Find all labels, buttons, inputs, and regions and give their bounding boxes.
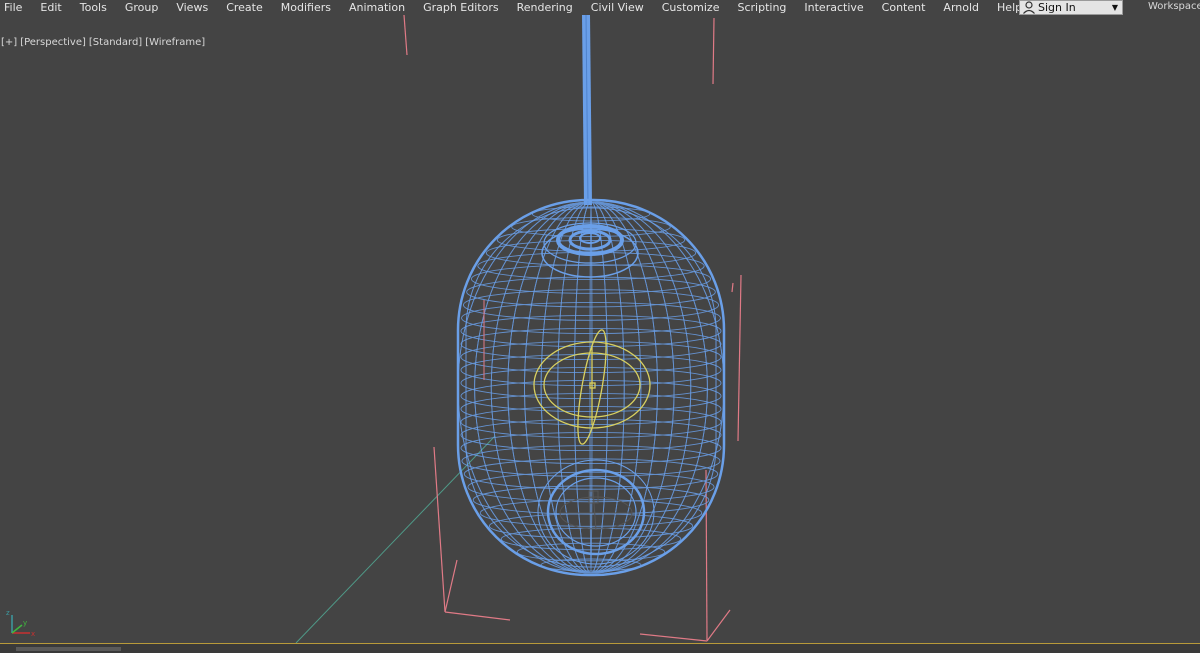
menu-content[interactable]: Content <box>873 1 935 15</box>
menu-interactive[interactable]: Interactive <box>795 1 872 15</box>
menu-edit[interactable]: Edit <box>31 1 70 15</box>
axis-tripod-icon: z x y <box>6 609 35 638</box>
sign-in-dropdown[interactable]: Sign In ▼ <box>1019 0 1123 15</box>
mesh-parallel <box>460 379 722 413</box>
menu-scripting[interactable]: Scripting <box>728 1 795 15</box>
viewport-view-label[interactable]: [Perspective] <box>20 37 86 48</box>
menu-views[interactable]: Views <box>167 1 217 15</box>
menu-civil-view[interactable]: Civil View <box>582 1 653 15</box>
menu-customize[interactable]: Customize <box>653 1 729 15</box>
mesh-parallel <box>460 340 722 374</box>
caret-down-icon: ▼ <box>1111 3 1118 12</box>
mesh-parallel <box>460 353 722 387</box>
menu-create[interactable]: Create <box>217 1 272 15</box>
viewport-labels: [+] [Perspective] [Standard] [Wireframe] <box>1 37 205 48</box>
mesh-parallel <box>470 264 712 294</box>
menu-file[interactable]: File <box>0 1 31 15</box>
pendant-cable <box>582 15 592 206</box>
sign-in-label: Sign In <box>1038 1 1076 14</box>
menu-graph-editors[interactable]: Graph Editors <box>414 1 508 15</box>
wireframe-scene[interactable] <box>0 15 1200 643</box>
menu-modifiers[interactable]: Modifiers <box>272 1 340 15</box>
grid-axis-line <box>295 435 496 643</box>
perspective-viewport[interactable]: [+] [Perspective] [Standard] [Wireframe] <box>0 15 1200 643</box>
bulb-wireframe <box>559 489 633 531</box>
menu-list: File Edit Tools Group Views Create Modif… <box>0 0 1031 15</box>
viewport-camera-label[interactable]: [Standard] <box>89 37 142 48</box>
svg-text:x: x <box>31 630 35 638</box>
svg-text:z: z <box>6 609 10 617</box>
timeline-slot[interactable] <box>16 647 121 651</box>
viewport-shading-label[interactable]: [Wireframe] <box>145 37 205 48</box>
mesh-parallel <box>460 405 722 439</box>
mesh-parallel <box>500 527 682 551</box>
mesh-parallel <box>460 392 722 426</box>
viewport-menu-plus[interactable]: [+] <box>1 37 17 48</box>
menu-arnold[interactable]: Arnold <box>934 1 988 15</box>
mesh-parallel <box>460 327 722 361</box>
workspaces-label[interactable]: Workspaces <box>1148 1 1200 12</box>
menu-rendering[interactable]: Rendering <box>508 1 582 15</box>
menu-bar: File Edit Tools Group Views Create Modif… <box>0 0 1200 15</box>
menu-tools[interactable]: Tools <box>71 1 116 15</box>
menu-animation[interactable]: Animation <box>340 1 414 15</box>
user-icon <box>1023 1 1035 14</box>
menu-group[interactable]: Group <box>116 1 168 15</box>
svg-text:y: y <box>23 619 27 627</box>
